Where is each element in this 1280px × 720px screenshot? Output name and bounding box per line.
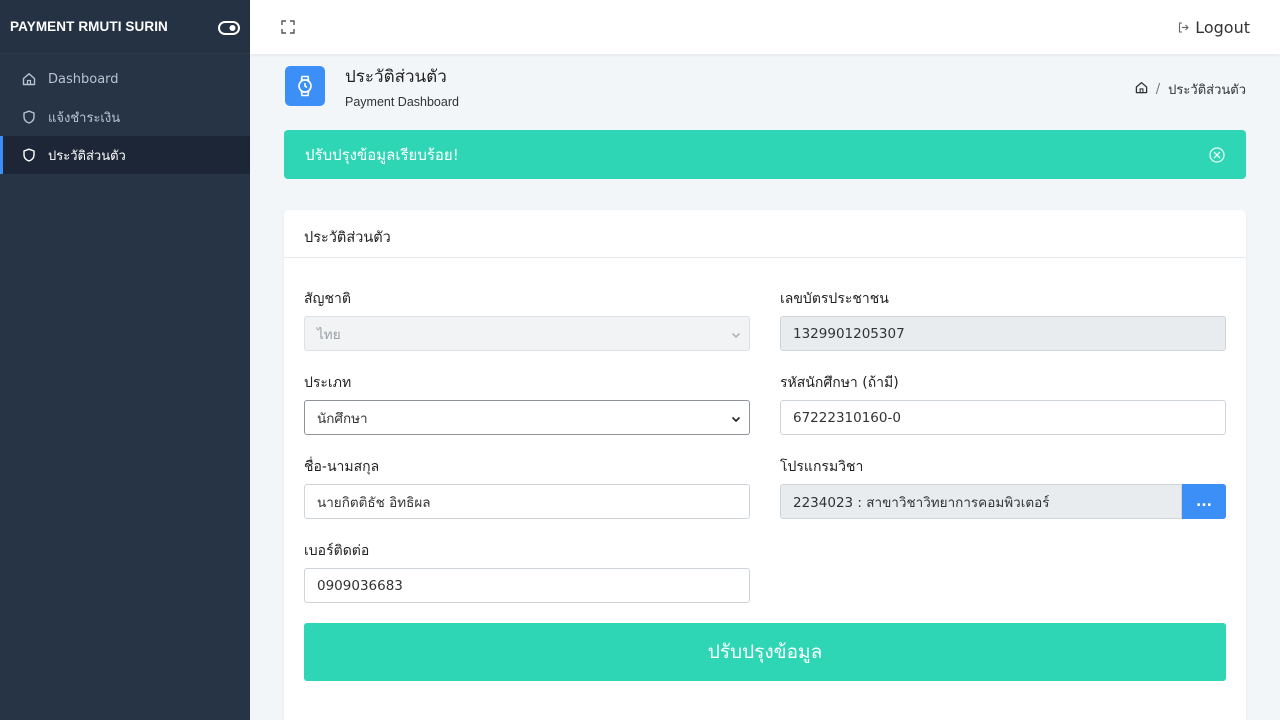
- nationality-value: ไทย: [317, 326, 341, 343]
- toggle-icon[interactable]: [218, 20, 240, 35]
- sidebar-item-profile[interactable]: ประวัติส่วนตัว: [0, 136, 250, 174]
- card-title: ประวัติส่วนตัว: [284, 210, 1246, 258]
- breadcrumb: / ประวัติส่วนตัว: [1135, 79, 1246, 100]
- chevron-down-icon: [731, 412, 741, 423]
- type-field-group: ประเภท นักศึกษา: [304, 372, 750, 435]
- chevron-down-icon: [731, 328, 741, 339]
- home-icon: [22, 72, 36, 86]
- close-icon[interactable]: [1208, 146, 1226, 164]
- sidebar-item-dashboard[interactable]: Dashboard: [0, 60, 250, 98]
- page-subtitle: Payment Dashboard: [345, 95, 459, 109]
- nationality-field-group: สัญชาติ ไทย: [304, 288, 750, 351]
- page-header: ประวัติส่วนตัว Payment Dashboard / ประวั…: [284, 54, 1246, 130]
- phone-field-group: เบอร์ติดต่อ 0909036683: [304, 540, 750, 603]
- brand-title: PAYMENT RMUTI SURIN: [10, 19, 168, 34]
- alert-message: ปรับปรุงข้อมูลเรียบร้อย!: [305, 145, 459, 164]
- fullname-value: นายกิตติธัช อิทธิผล: [317, 494, 431, 511]
- success-alert: ปรับปรุงข้อมูลเรียบร้อย!: [284, 130, 1246, 179]
- shield-icon: [22, 148, 36, 162]
- id-card-input[interactable]: 1329901205307: [780, 316, 1226, 351]
- profile-form: สัญชาติ ไทย เลขบัตรประชาชน 1329901205307…: [284, 258, 1246, 718]
- sidebar-nav: Dashboard แจ้งชำระเงิน ประวัติส่วนตัว: [0, 54, 250, 174]
- program-field-group: โปรแกรมวิชา 2234023 : สาขาวิชาวิทยาการคอ…: [780, 456, 1226, 519]
- top-bar: Logout: [250, 0, 1280, 54]
- update-button[interactable]: ปรับปรุงข้อมูล: [304, 623, 1226, 681]
- sidebar-item-label: แจ้งชำระเงิน: [48, 110, 121, 126]
- program-label: โปรแกรมวิชา: [780, 459, 864, 475]
- student-id-value: 67222310160-0: [793, 409, 901, 426]
- student-id-input[interactable]: 67222310160-0: [780, 400, 1226, 435]
- sidebar-brand: PAYMENT RMUTI SURIN: [0, 0, 250, 54]
- type-value: นักศึกษา: [317, 410, 368, 427]
- fullscreen-icon[interactable]: [280, 19, 296, 35]
- fullname-input[interactable]: นายกิตติธัช อิทธิผล: [304, 484, 750, 519]
- logout-icon: [1178, 18, 1189, 37]
- id-card-field-group: เลขบัตรประชาชน 1329901205307: [780, 288, 1226, 351]
- program-value: 2234023 : สาขาวิชาวิทยาการคอมพิวเตอร์: [793, 494, 1050, 511]
- nationality-label: สัญชาติ: [304, 291, 351, 307]
- page-heading: ประวัติส่วนตัว Payment Dashboard: [345, 63, 459, 109]
- logout-label: Logout: [1195, 17, 1250, 37]
- id-card-value: 1329901205307: [793, 325, 905, 342]
- sidebar-item-label: Dashboard: [48, 71, 119, 87]
- student-id-label: รหัสนักศึกษา (ถ้ามี): [780, 375, 899, 391]
- program-picker-button[interactable]: ...: [1182, 484, 1226, 519]
- page-title: ประวัติส่วนตัว: [345, 67, 447, 87]
- program-input-group: 2234023 : สาขาวิชาวิทยาการคอมพิวเตอร์ ..…: [780, 484, 1226, 519]
- watch-icon: [285, 66, 325, 106]
- sidebar-item-payment[interactable]: แจ้งชำระเงิน: [0, 98, 250, 136]
- phone-input[interactable]: 0909036683: [304, 568, 750, 603]
- nationality-select[interactable]: ไทย: [304, 316, 750, 351]
- logout-button[interactable]: Logout: [1178, 18, 1250, 37]
- id-card-label: เลขบัตรประชาชน: [780, 291, 889, 307]
- type-label: ประเภท: [304, 375, 352, 391]
- sidebar: PAYMENT RMUTI SURIN Dashboard แจ้งชำระเง…: [0, 0, 250, 720]
- main-content: ประวัติส่วนตัว Payment Dashboard / ประวั…: [284, 54, 1246, 720]
- student-id-field-group: รหัสนักศึกษา (ถ้ามี) 67222310160-0: [780, 372, 1226, 435]
- type-select[interactable]: นักศึกษา: [304, 400, 750, 435]
- breadcrumb-separator: /: [1155, 82, 1161, 97]
- program-input[interactable]: 2234023 : สาขาวิชาวิทยาการคอมพิวเตอร์: [780, 484, 1182, 519]
- sidebar-item-label: ประวัติส่วนตัว: [48, 148, 126, 164]
- phone-value: 0909036683: [317, 577, 403, 594]
- fullname-label: ชื่อ-นามสกุล: [304, 459, 380, 475]
- shield-icon: [22, 110, 36, 124]
- breadcrumb-home-icon[interactable]: [1135, 81, 1148, 98]
- breadcrumb-current: ประวัติส่วนตัว: [1168, 83, 1246, 98]
- fullname-field-group: ชื่อ-นามสกุล นายกิตติธัช อิทธิผล: [304, 456, 750, 519]
- profile-card: ประวัติส่วนตัว สัญชาติ ไทย เลขบัตรประชาช…: [284, 210, 1246, 720]
- phone-label: เบอร์ติดต่อ: [304, 543, 370, 559]
